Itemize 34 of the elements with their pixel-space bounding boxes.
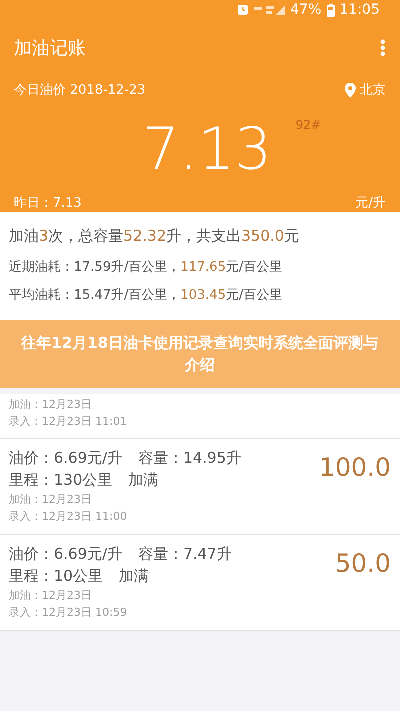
price-text: 油价：6.69元/升 (9, 448, 122, 469)
price-date: 今日油价 2018-12-23 (14, 82, 146, 99)
fill-date: 加油：12月23日 (9, 588, 93, 604)
price-unit: 元/升 (356, 195, 386, 212)
summary-line: 平均油耗：15.47升/百公里，103.45元/百公里 (9, 287, 284, 305)
fill-status: 加满 (128, 470, 159, 491)
battery-percent: 47% (290, 2, 322, 18)
entry-time: 录入：12月23日 11:00 (9, 509, 128, 525)
fill-date: 加油：12月23日 (9, 492, 93, 508)
fill-date: 加油：12月23日 (9, 397, 93, 413)
summary-line: 加油3次，总容量52.32升，共支出350.0元 (9, 226, 300, 247)
volume-text: 容量：14.95升 (138, 448, 242, 469)
mileage-text: 里程：130公里 (9, 470, 113, 491)
record-card[interactable]: 油价：6.69元/升 容量：14.95升 里程：130公里 加满 加油：12月23日 录入：12月23日 11:00 100.0 (0, 439, 400, 535)
location-pin-icon (345, 82, 356, 98)
entry-time: 录入：12月23日 11:01 (9, 414, 128, 430)
amount: 100.0 (319, 453, 391, 484)
app-title: 加油记账 (14, 37, 86, 60)
mileage-text: 里程：10公里 (9, 566, 104, 587)
fill-status: 加满 (119, 566, 150, 587)
banner-title: 往年12月18日油卡使用记录查询实时系统全面评测与介绍 (20, 333, 380, 376)
today-price: 7.13 (142, 115, 272, 183)
amount: 50.0 (335, 549, 391, 580)
alarm-icon (236, 4, 249, 16)
battery-icon (326, 4, 335, 16)
more-menu-icon[interactable] (380, 39, 386, 57)
yesterday-price: 昨日：7.13 (14, 195, 82, 212)
volume-text: 容量：7.47升 (138, 544, 232, 565)
status-time: 11:05 (340, 2, 380, 18)
record-card[interactable]: 油价：6.69元/升 容量：7.47升 里程：10公里 加满 加油：12月23日 录入：12月23日 10:59 50.0 (0, 535, 400, 631)
signal-icon (254, 4, 286, 16)
entry-time: 录入：12月23日 10:59 (9, 605, 128, 621)
price-text: 油价：6.69元/升 (9, 544, 122, 565)
summary-line: 近期油耗：17.59升/百公里，117.65元/百公里 (9, 259, 284, 277)
